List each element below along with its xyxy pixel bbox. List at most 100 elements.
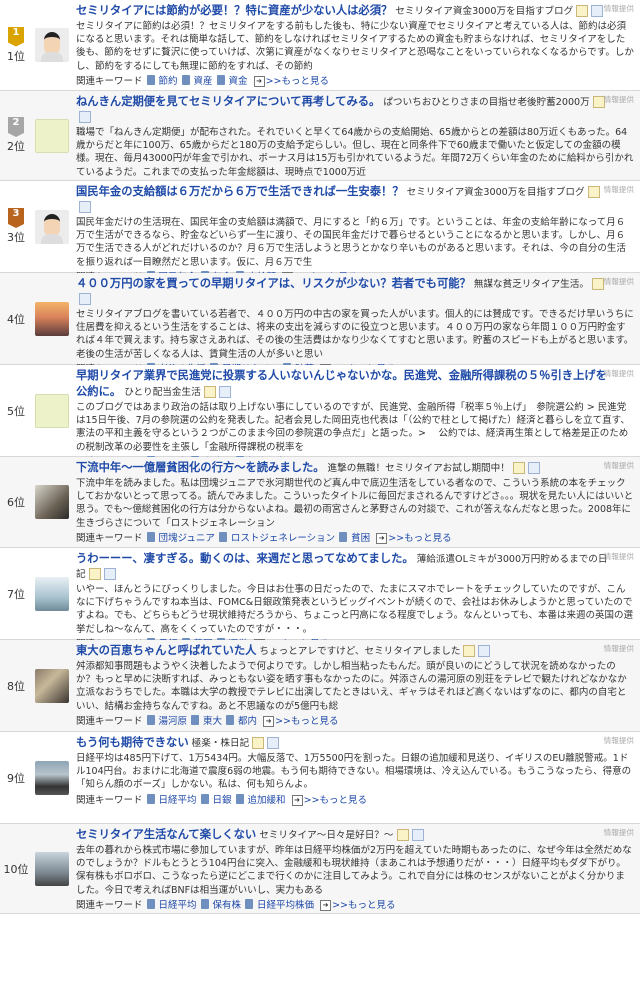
keyword-book-icon (216, 74, 225, 85)
entry-title-link[interactable]: ねんきん定期便を見てセミリタイアについて再考してみる。 (76, 95, 380, 108)
blog-thumbnail[interactable] (35, 576, 69, 611)
keyword-row: 関連キーワード 節約 資産 資金 ➜ >>もっと見る (76, 74, 634, 89)
more-arrow-icon: ➜ (291, 794, 303, 806)
blog-thumbnail[interactable] (35, 668, 69, 703)
bookmark-icon[interactable] (512, 462, 525, 474)
entry-body: ４００万円の家を買っての早期リタイアは、リスクが少ない？若者でも可能？ 無謀な貧乏… (72, 273, 640, 375)
entry-body: 国民年金の支給額は６万だから６万で生活できれば一生安泰！？ セミリタイア資金300… (72, 181, 640, 283)
rank-column: 9位 (0, 732, 32, 823)
keyword-link[interactable]: 保有株 (213, 900, 242, 911)
blog-icon[interactable] (591, 5, 604, 17)
keyword-link[interactable]: 貧困 (351, 533, 370, 544)
entry-title-link[interactable]: 国民年金の支給額は６万だから６万で生活できれば一生安泰！？ (76, 185, 404, 198)
rank-label: 6位 (7, 496, 25, 509)
more-arrow-icon: ➜ (320, 899, 332, 911)
entry-title-link[interactable]: 下流中年〜一億層貧困化の行方〜を読みました。 (76, 461, 325, 474)
blog-thumbnail[interactable] (35, 209, 69, 244)
keyword-row: 関連キーワード 湯河原 東大 都内 ➜ >>もっと見る (76, 714, 634, 729)
rank-column: 4位 (0, 273, 32, 364)
keyword-link[interactable]: 資産 (194, 76, 213, 87)
entry-title-link[interactable]: ４００万円の家を買っての早期リタイアは、リスクが少ない？若者でも可能？ (76, 277, 471, 290)
keyword-link[interactable]: 日経平均株価 (257, 900, 314, 911)
info-provided-label: 情報提供 (603, 828, 634, 837)
blog-icon[interactable] (478, 645, 491, 657)
entry-body: セミリタイア生活なんて楽しくない セミリタイア〜日々是好日？〜 去年の暮れから株式市… (72, 824, 640, 913)
entry-title-link[interactable]: セミリタイアには節約が必要！？特に資産が少ない人は必須？ (76, 4, 392, 17)
blog-thumbnail[interactable] (35, 851, 69, 886)
blog-icon[interactable] (527, 462, 540, 474)
keyword-book-icon (226, 714, 235, 725)
blog-icon[interactable] (79, 201, 91, 213)
keyword-link[interactable]: 都内 (238, 716, 257, 727)
ranking-item: 10位 セミリタイア生活なんて楽しくない セミリタイア〜日々是好日？〜 去年の暮れから… (0, 824, 640, 914)
bookmark-icon[interactable] (463, 645, 476, 657)
keyword-link[interactable]: 日経平均 (159, 900, 197, 911)
more-link[interactable]: >>もっと見る (304, 795, 367, 806)
more-link[interactable]: >>もっと見る (388, 533, 451, 544)
rank-badge-icon: 2 (8, 117, 24, 137)
keyword-link[interactable]: ロストジェネレーション (231, 533, 335, 544)
blog-icon[interactable] (103, 568, 116, 580)
keyword-row: 関連キーワード 日経平均 日銀 追加緩和 ➜ >>もっと見る (76, 793, 634, 808)
entry-body: 下流中年〜一億層貧困化の行方〜を読みました。 進撃の無職！セミリタイアお試し期間中… (72, 457, 640, 547)
blog-icon[interactable] (267, 737, 280, 749)
keyword-link[interactable]: 日銀 (213, 795, 232, 806)
keyword-link[interactable]: 日経平均 (159, 795, 197, 806)
keyword-link[interactable]: 団塊ジュニア (159, 533, 215, 544)
keyword-link[interactable]: 節約 (159, 76, 178, 87)
blog-thumbnail[interactable] (35, 118, 69, 153)
ranking-item: 7位 うわーーー、凄すぎる。動くのは、来週だと思ってなめてました。 薄給派遣OLミキ… (0, 548, 640, 650)
info-provided-label: 情報提供 (603, 369, 634, 378)
blog-thumbnail[interactable] (35, 393, 69, 428)
blog-thumbnail[interactable] (35, 28, 69, 62)
info-provided-label: 情報提供 (603, 185, 634, 194)
title-row: セミリタイア生活なんて楽しくない セミリタイア〜日々是好日？〜 (76, 827, 634, 843)
blog-icon[interactable] (218, 386, 231, 398)
more-link[interactable]: >>もっと見る (266, 76, 329, 87)
bookmark-icon[interactable] (252, 737, 265, 749)
title-row: ４００万円の家を買っての早期リタイアは、リスクが少ない？若者でも可能？ 無謀な貧乏… (76, 276, 634, 307)
more-arrow-icon: ➜ (253, 75, 265, 87)
keywords-label: 関連キーワード (76, 899, 143, 911)
entry-body: セミリタイアには節約が必要！？特に資産が少ない人は必須？ セミリタイア資金3000… (72, 0, 640, 90)
blog-icon[interactable] (79, 293, 91, 305)
info-provided-label: 情報提供 (603, 552, 634, 561)
bookmark-icon[interactable] (88, 568, 101, 580)
more-link[interactable]: >>もっと見る (275, 716, 338, 727)
entry-title-link[interactable]: セミリタイア生活なんて楽しくない (76, 828, 256, 841)
bookmark-icon[interactable] (203, 386, 216, 398)
blog-icon[interactable] (79, 111, 91, 123)
thumbnail-column (32, 824, 72, 913)
entry-title-link[interactable]: もう何も期待できない (76, 736, 189, 749)
blog-icon[interactable] (411, 829, 424, 841)
thumbnail-column (32, 548, 72, 639)
keywords-label: 関連キーワード (76, 794, 143, 806)
rank-label: 10位 (3, 862, 29, 876)
rank-label: 1位 (7, 49, 25, 63)
bookmark-icon[interactable] (396, 829, 409, 841)
keyword-link[interactable]: 追加緩和 (248, 795, 286, 806)
entry-title-link[interactable]: 東大の百恵ちゃんと呼ばれていた人 (76, 644, 256, 657)
blog-thumbnail[interactable] (35, 485, 69, 519)
blog-name: ひとり配当金生活 (124, 387, 201, 398)
bookmark-icon[interactable] (591, 278, 604, 290)
entry-title-link[interactable]: うわーーー、凄すぎる。動くのは、来週だと思ってなめてました。 (76, 552, 414, 565)
keyword-link[interactable]: 資金 (229, 76, 248, 87)
keyword-book-icon (235, 793, 244, 804)
blog-name: 極楽・株日記 (191, 738, 250, 749)
keyword-link[interactable]: 東大 (203, 716, 222, 727)
more-link[interactable]: >>もっと見る (332, 900, 395, 911)
bookmark-icon[interactable] (587, 186, 600, 198)
blog-thumbnail[interactable] (35, 301, 69, 336)
keyword-row: 関連キーワード 団塊ジュニア ロストジェネレーション 貧困 ➜ >>もっと見る (76, 531, 634, 546)
blog-thumbnail[interactable] (35, 760, 69, 795)
blog-name: ぱついちおひとりさまの目指せ老後貯蓄2000万 (383, 97, 590, 108)
ranking-item: 6位 下流中年〜一億層貧困化の行方〜を読みました。 進撃の無職！セミリタイアお試し期… (0, 457, 640, 548)
keyword-book-icon (191, 714, 200, 725)
thumbnail-column (32, 181, 72, 272)
ranking-item: 2 2位 ねんきん定期便を見てセミリタイアについて再考してみる。 ぱついちおひとりさま… (0, 91, 640, 193)
title-row: セミリタイアには節約が必要！？特に資産が少ない人は必須？ セミリタイア資金3000… (76, 3, 634, 19)
bookmark-icon[interactable] (576, 5, 589, 17)
info-provided-label: 情報提供 (603, 644, 634, 653)
keyword-link[interactable]: 湯河原 (159, 716, 188, 727)
